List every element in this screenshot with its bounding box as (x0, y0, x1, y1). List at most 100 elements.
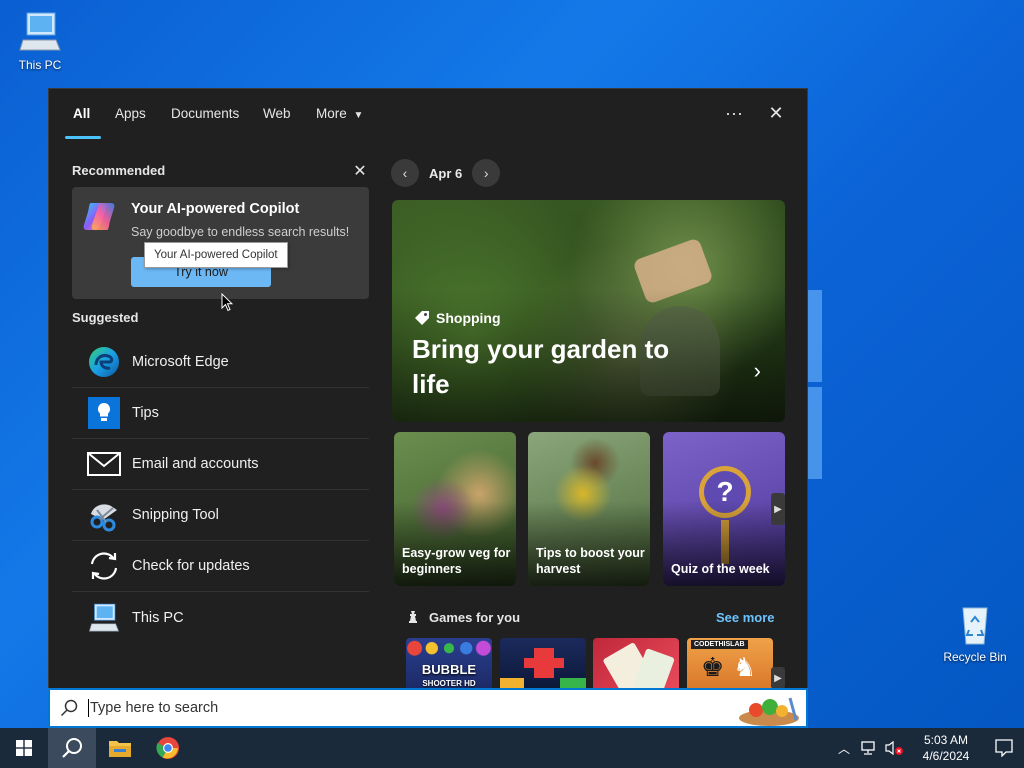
folder-icon (109, 741, 131, 757)
search-panel: All Apps Documents Web More ▼ ··· ✕ Reco… (48, 88, 808, 728)
ellipsis-icon: ··· (725, 102, 743, 123)
chevron-right-icon: › (483, 165, 489, 181)
search-box[interactable] (48, 688, 808, 728)
suggested-item-label: Email and accounts (132, 456, 259, 472)
clock-time: 5:03 AM (923, 733, 969, 747)
more-options-button[interactable]: ··· (720, 101, 748, 125)
card-quiz-of-the-week[interactable]: ? Quiz of the week (663, 432, 785, 586)
game-block (524, 658, 564, 668)
wallpaper-light-beam (808, 290, 822, 382)
games-scroll-right-button[interactable]: ▶ (771, 667, 785, 689)
chess-piece-icon: ♞ (733, 652, 757, 682)
game-tile-mahjong[interactable] (593, 638, 679, 689)
wallpaper-light-beam (808, 387, 822, 479)
system-tray: ︿ 5:03 AM 4/6/2024 (838, 728, 1024, 768)
games-heading-label: Games for you (429, 609, 521, 625)
mouse-cursor-icon (221, 292, 234, 317)
suggested-item-label: Microsoft Edge (132, 354, 229, 370)
start-button[interactable] (0, 728, 48, 768)
close-icon: ✕ (768, 102, 784, 123)
game-tile-brand: CODETHISLAB (691, 640, 748, 649)
windows-logo-icon (16, 740, 32, 756)
suggested-item-email[interactable]: Email and accounts (72, 439, 369, 490)
action-center-button[interactable] (984, 728, 1024, 768)
recycle-bin-icon (953, 602, 997, 646)
card-boost-harvest[interactable]: Tips to boost your harvest (528, 432, 650, 586)
card-caption: Easy-grow veg for beginners (402, 546, 511, 576)
desktop-icon-label: Recycle Bin (943, 650, 1007, 664)
clock[interactable]: 5:03 AM 4/6/2024 (918, 732, 974, 764)
game-tile-title: BUBBLE SHOOTER HD (406, 662, 492, 689)
tab-more[interactable]: More ▼ (316, 106, 363, 121)
game-tile-bubble-shooter[interactable]: BUBBLE SHOOTER HD (406, 638, 492, 689)
tab-apps[interactable]: Apps (115, 106, 146, 121)
hero-category-label: Shopping (436, 310, 501, 326)
copilot-tooltip: Your AI-powered Copilot (144, 242, 288, 268)
copilot-card-subtitle: Say goodbye to endless search results! (131, 225, 350, 239)
copilot-card-title: Your AI-powered Copilot (131, 201, 300, 217)
active-tab-indicator (65, 136, 101, 139)
suggested-item-snipping-tool[interactable]: Snipping Tool (72, 490, 369, 541)
search-icon (62, 738, 82, 758)
desktop-icon-recycle-bin[interactable]: Recycle Bin (935, 602, 1015, 664)
game-tile-block-puzzle[interactable] (500, 638, 586, 689)
see-more-games-link[interactable]: See more (716, 610, 775, 625)
cards-scroll-right-button[interactable]: ▶ (771, 493, 785, 525)
taskbar-search-button[interactable] (48, 728, 96, 768)
suggested-item-this-pc[interactable]: This PC (72, 592, 369, 643)
computer-icon (86, 600, 122, 636)
text-caret (88, 699, 89, 717)
tag-icon (415, 311, 429, 325)
tips-icon (86, 395, 122, 431)
taskbar-file-explorer[interactable] (96, 728, 144, 768)
close-panel-button[interactable]: ✕ (762, 101, 790, 125)
mail-icon (86, 446, 122, 482)
caret-down-icon: ▼ (353, 110, 364, 121)
taskbar: ︿ 5:03 AM 4/6/2024 (0, 728, 1024, 768)
highlight-date: Apr 6 (429, 165, 463, 181)
chevron-left-icon: ‹ (402, 165, 408, 181)
dismiss-recommended-button[interactable]: ✕ (346, 159, 374, 183)
copilot-icon (83, 199, 119, 233)
taskbar-chrome[interactable] (144, 728, 192, 768)
chrome-icon (156, 737, 179, 759)
desktop-icon-this-pc[interactable]: This PC (0, 10, 80, 72)
game-tile-title-line: BUBBLE (421, 662, 477, 677)
volume-muted-icon[interactable] (884, 740, 904, 756)
search-highlight-illustration (736, 692, 802, 726)
snipping-tool-icon (86, 497, 122, 533)
suggested-item-label: Check for updates (132, 558, 250, 574)
card-caption: Quiz of the week (671, 562, 770, 576)
hero-category: Shopping (414, 310, 501, 326)
search-icon (50, 699, 88, 717)
game-tile-chess[interactable]: CODETHISLAB ♚ ♞ (687, 638, 773, 689)
next-day-button[interactable]: › (472, 159, 501, 187)
game-tile-subtitle-line: SHOOTER HD (422, 679, 476, 688)
tab-all[interactable]: All (73, 106, 90, 121)
suggested-item-edge[interactable]: Microsoft Edge (72, 337, 369, 388)
suggested-item-label: Tips (132, 405, 159, 421)
card-easy-grow-veg[interactable]: Easy-grow veg for beginners (394, 432, 516, 586)
clock-date: 4/6/2024 (922, 749, 970, 763)
desktop-icon-label: This PC (18, 58, 62, 72)
search-input[interactable] (90, 700, 690, 716)
card-caption: Tips to boost your harvest (536, 546, 645, 576)
suggested-item-check-updates[interactable]: Check for updates (72, 541, 369, 592)
network-icon[interactable] (860, 740, 878, 756)
edge-icon (86, 344, 122, 380)
date-navigator: ‹ Apr 6 › (391, 159, 501, 187)
recommended-heading: Recommended (72, 163, 166, 178)
tab-web[interactable]: Web (263, 106, 291, 121)
chevron-right-icon: ▶ (774, 503, 782, 515)
hero-card[interactable]: Shopping Bring your garden to life › (392, 200, 785, 422)
computer-icon (18, 10, 62, 54)
notification-icon (995, 739, 1013, 757)
suggested-item-tips[interactable]: Tips (72, 388, 369, 439)
search-tabs: All Apps Documents Web More ▼ ··· ✕ (49, 89, 807, 139)
chess-icon (409, 611, 417, 623)
previous-day-button[interactable]: ‹ (391, 159, 419, 187)
tab-documents[interactable]: Documents (171, 106, 239, 121)
chevron-up-icon[interactable]: ︿ (838, 740, 850, 757)
suggested-heading: Suggested (72, 310, 139, 325)
close-icon: ✕ (353, 163, 367, 180)
